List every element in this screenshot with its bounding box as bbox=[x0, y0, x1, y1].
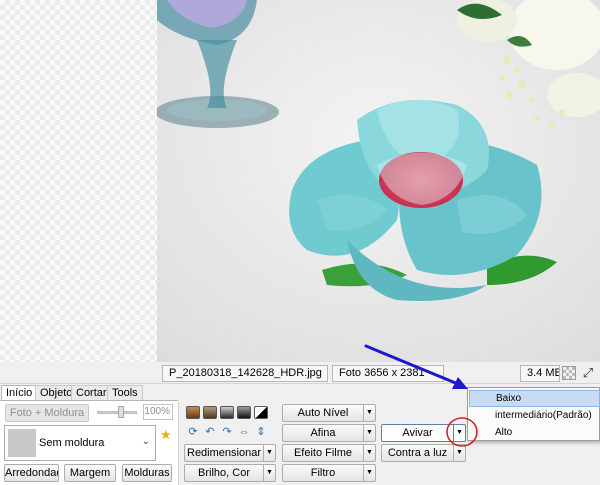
sharpen-split-button: Afina ▼ bbox=[282, 424, 376, 442]
undo-rotate-icon[interactable]: ↶ bbox=[203, 425, 217, 439]
chevron-down-icon: ⌄ bbox=[141, 436, 150, 447]
film-effect-button[interactable]: Efeito Filme bbox=[282, 444, 364, 462]
redo-rotate-icon[interactable]: ↷ bbox=[220, 425, 234, 439]
brightness-split-button: Brilho, Cor ▼ bbox=[184, 464, 276, 482]
favorite-star-icon[interactable]: ★ bbox=[160, 428, 172, 441]
brightness-color-button[interactable]: Brilho, Cor bbox=[184, 464, 264, 482]
sepia-swatch-icon[interactable] bbox=[186, 406, 200, 419]
panel-separator bbox=[178, 402, 179, 485]
zoom-slider-track[interactable] bbox=[97, 411, 137, 414]
dimensions-field: Foto 3656 x 2381 bbox=[332, 365, 444, 382]
dark-swatch-icon[interactable] bbox=[237, 406, 251, 419]
frame-select-value: Sem moldura bbox=[39, 437, 105, 449]
image-canvas[interactable] bbox=[0, 0, 600, 362]
sharpen-dropdown-arrow[interactable]: ▼ bbox=[364, 424, 376, 442]
filter-split-button: Filtro ▼ bbox=[282, 464, 376, 482]
photo-frame-button[interactable]: Foto + Moldura bbox=[5, 404, 89, 422]
margin-button[interactable]: Margem bbox=[64, 464, 116, 482]
filesize-field: 3.4 MB bbox=[520, 365, 560, 382]
auto-level-button[interactable]: Auto Nível bbox=[282, 404, 364, 422]
filter-dropdown-arrow[interactable]: ▼ bbox=[364, 464, 376, 482]
backlight-dropdown-arrow[interactable]: ▼ bbox=[454, 444, 466, 462]
zoom-slider-thumb[interactable] bbox=[118, 406, 124, 418]
frames-button[interactable]: Molduras bbox=[122, 464, 172, 482]
gray-swatch-icon[interactable] bbox=[220, 406, 234, 419]
auto-level-split-button: Auto Nível ▼ bbox=[282, 404, 376, 422]
sharpen-button[interactable]: Afina bbox=[282, 424, 364, 442]
menu-item-baixo[interactable]: Baixo bbox=[469, 390, 600, 407]
menu-item-alto[interactable]: Alto bbox=[469, 424, 600, 441]
frame-select[interactable]: Sem moldura ⌄ bbox=[4, 425, 156, 461]
bw-swatch-icon[interactable] bbox=[254, 406, 268, 419]
brown-swatch-icon[interactable] bbox=[203, 406, 217, 419]
frame-panel: Foto + Moldura 100% Sem moldura ⌄ ★ Arre… bbox=[0, 400, 178, 485]
backlight-button[interactable]: Contra a luz bbox=[381, 444, 454, 462]
filter-button[interactable]: Filtro bbox=[282, 464, 364, 482]
tab-cortar[interactable]: Cortar bbox=[71, 385, 112, 401]
resize-split-button: Redimensionar ▼ bbox=[184, 444, 276, 462]
backlight-split-button: Contra a luz ▼ bbox=[381, 444, 467, 462]
status-bar: P_20180318_142628_HDR.jpg Foto 3656 x 23… bbox=[0, 362, 600, 384]
tab-tools[interactable]: Tools bbox=[107, 385, 143, 401]
film-effect-split-button: Efeito Filme ▼ bbox=[282, 444, 376, 462]
vivid-button[interactable]: Avivar bbox=[381, 424, 454, 442]
filename-field: P_20180318_142628_HDR.jpg bbox=[162, 365, 328, 382]
frame-thumbnail bbox=[8, 429, 36, 457]
brightness-dropdown-arrow[interactable]: ▼ bbox=[264, 464, 276, 482]
rotate-left-icon[interactable]: ⟳ bbox=[186, 425, 200, 439]
menu-item-intermediario[interactable]: intermediário(Padrão) bbox=[469, 407, 600, 424]
resize-button[interactable]: Redimensionar bbox=[184, 444, 264, 462]
photo-preview bbox=[157, 0, 600, 362]
fit-screen-icon[interactable]: ⤢ bbox=[580, 366, 596, 381]
vivid-dropdown-menu: Baixo intermediário(Padrão) Alto bbox=[467, 387, 600, 441]
transparency-background bbox=[0, 0, 157, 362]
film-effect-dropdown-arrow[interactable]: ▼ bbox=[364, 444, 376, 462]
vivid-dropdown-arrow[interactable]: ▼ bbox=[454, 424, 466, 442]
zoom-percent-field[interactable]: 100% bbox=[143, 404, 173, 420]
transparency-toggle-icon[interactable] bbox=[562, 366, 576, 380]
resize-dropdown-arrow[interactable]: ▼ bbox=[264, 444, 276, 462]
flip-horizontal-icon[interactable]: ⇔ bbox=[237, 425, 251, 439]
vivid-split-button: Avivar ▼ bbox=[381, 424, 467, 442]
rounded-button[interactable]: Arredondado bbox=[4, 464, 59, 482]
auto-level-dropdown-arrow[interactable]: ▼ bbox=[364, 404, 376, 422]
flip-vertical-icon[interactable]: ⇕ bbox=[254, 425, 268, 439]
